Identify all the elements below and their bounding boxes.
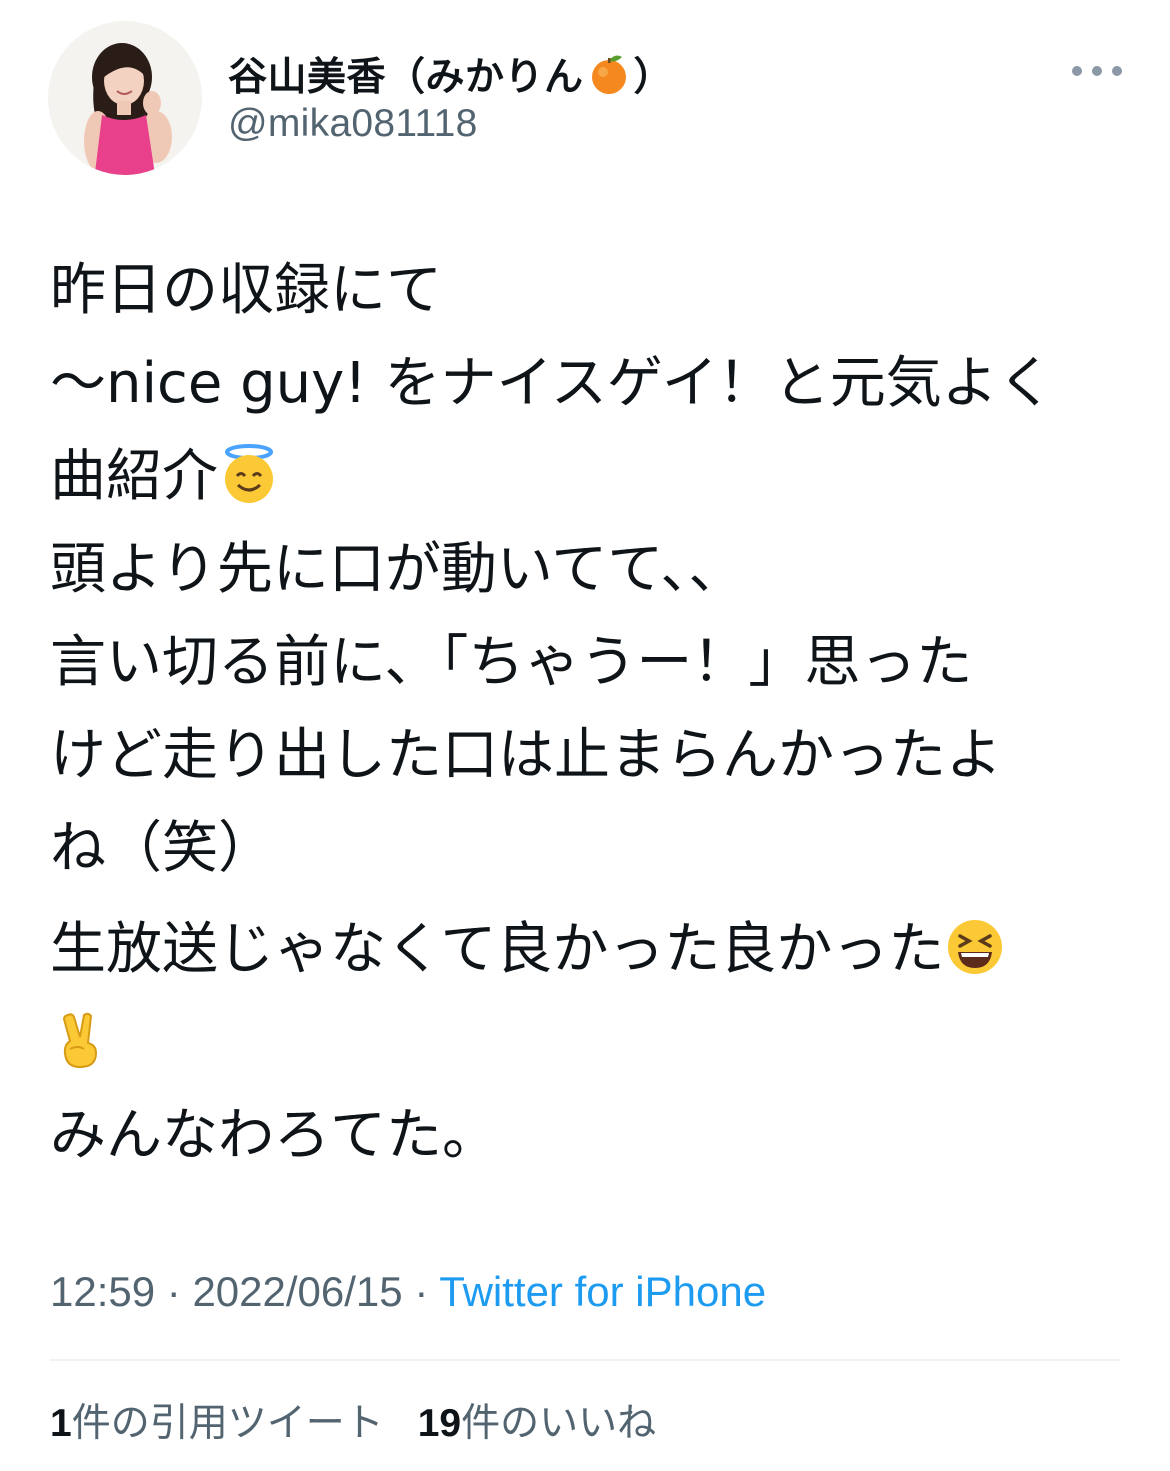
meta-separator: · xyxy=(155,1268,193,1315)
tweet-source-link[interactable]: Twitter for iPhone xyxy=(439,1268,766,1315)
tweet-line-text: 曲紹介 xyxy=(50,444,218,509)
tweet-line: 昨日の収録にて xyxy=(50,258,442,323)
tweet: 谷山美香（みかりん ） @mika081118 昨日の収録にて 〜nice gu… xyxy=(0,0,1170,1471)
tweet-line: 頭より先に口が動いてて、、 xyxy=(50,537,745,602)
tweet-text: 昨日の収録にて 〜nice guy! をナイスゲイ！と元気よく 曲紹介 頭より先… xyxy=(50,244,1140,1182)
avatar[interactable] xyxy=(48,21,202,175)
meta-separator: · xyxy=(402,1268,440,1315)
tweet-line: ね（笑） xyxy=(50,816,274,881)
tweet-stats: 1件の引用ツイート 19件のいいね xyxy=(50,1392,656,1448)
quote-count: 1 xyxy=(50,1402,72,1445)
divider xyxy=(50,1359,1120,1361)
like-count: 19 xyxy=(417,1402,462,1445)
tweet-line xyxy=(50,996,1140,1089)
tweet-line: 〜nice guy! をナイスゲイ！と元気よく xyxy=(50,351,1054,416)
tweet-meta: 12:59 · 2022/06/15 · Twitter for iPhone xyxy=(50,1268,766,1316)
display-name[interactable]: 谷山美香（みかりん xyxy=(228,46,584,102)
victory-hand-icon xyxy=(50,1009,112,1071)
tweet-time[interactable]: 12:59 xyxy=(50,1268,155,1315)
more-options-icon[interactable] xyxy=(1072,60,1122,82)
author-name[interactable]: 谷山美香（みかりん ） xyxy=(228,44,673,104)
tweet-line: みんなわろてた。 xyxy=(50,1103,498,1168)
like-label: 件のいいね xyxy=(461,1401,657,1446)
tangerine-icon xyxy=(586,51,632,97)
tweet-date[interactable]: 2022/06/15 xyxy=(192,1268,402,1315)
quote-tweets-link[interactable]: 1件の引用ツイート xyxy=(50,1392,384,1448)
display-name-suffix: ） xyxy=(633,55,673,100)
avatar-image xyxy=(48,21,202,175)
grinning-squinting-face-icon xyxy=(944,916,1006,978)
tweet-line: 曲紹介 xyxy=(50,430,1140,523)
tweet-line: 言い切る前に、「ちゃうー！」思った xyxy=(50,630,973,695)
smiling-face-with-halo-icon xyxy=(218,443,280,505)
quote-label: 件の引用ツイート xyxy=(71,1401,384,1446)
likes-link[interactable]: 19件のいいね xyxy=(418,1392,656,1448)
tweet-line-text: 生放送じゃなくて良かった良かった xyxy=(50,917,945,982)
user-handle[interactable]: @mika081118 xyxy=(228,102,478,146)
tweet-line: けど走り出した口は止まらんかったよ xyxy=(50,723,1002,788)
tweet-line: 生放送じゃなくて良かった良かった xyxy=(50,903,1140,996)
